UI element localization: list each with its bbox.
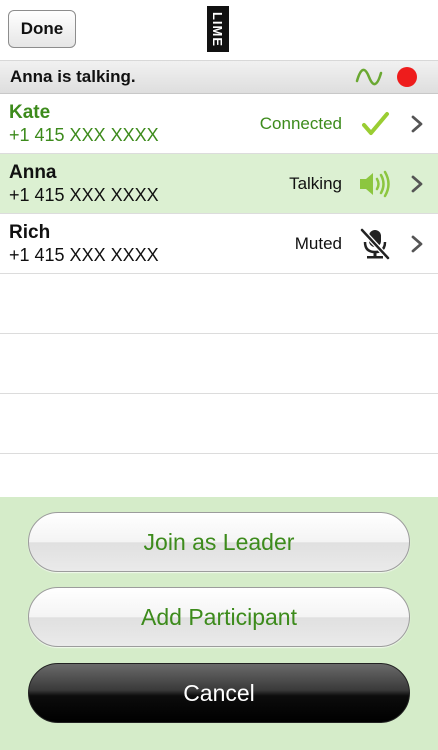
participant-row-rich[interactable]: Rich +1 415 XXX XXXX Muted xyxy=(0,214,438,274)
status-text: Anna is talking. xyxy=(10,67,136,86)
logo-text: LIME xyxy=(210,11,226,47)
participant-list: Kate +1 415 XXX XXXX Connected Anna +1 4… xyxy=(0,94,438,514)
empty-row xyxy=(0,334,438,394)
checkmark-icon xyxy=(362,112,389,135)
participant-state: Connected xyxy=(259,114,342,133)
action-panel: Join as Leader Add Participant Cancel xyxy=(0,497,438,750)
participant-phone: +1 415 XXX XXXX xyxy=(9,185,159,205)
add-participant-button[interactable]: Add Participant xyxy=(28,587,410,647)
participant-state: Muted xyxy=(294,234,342,253)
record-indicator-icon xyxy=(397,67,417,87)
participant-phone: +1 415 XXX XXXX xyxy=(9,245,159,265)
participant-row-anna[interactable]: Anna +1 415 XXX XXXX Talking xyxy=(0,154,438,214)
chevron-right-icon[interactable] xyxy=(410,175,424,193)
audio-wave-icon xyxy=(355,68,383,86)
done-button[interactable]: Done xyxy=(8,10,76,48)
top-bar: Done LIME xyxy=(0,0,438,61)
cancel-button[interactable]: Cancel xyxy=(28,663,410,723)
speaker-icon xyxy=(360,170,390,198)
chevron-right-icon[interactable] xyxy=(410,115,424,133)
join-as-leader-button[interactable]: Join as Leader xyxy=(28,512,410,572)
empty-row xyxy=(0,394,438,454)
participant-name: Kate xyxy=(9,102,51,123)
participant-row-kate[interactable]: Kate +1 415 XXX XXXX Connected xyxy=(0,94,438,154)
participant-phone: +1 415 XXX XXXX xyxy=(9,125,159,145)
lime-logo: LIME xyxy=(207,6,229,52)
empty-row xyxy=(0,274,438,334)
muted-mic-icon xyxy=(360,228,390,260)
status-bar: Anna is talking. xyxy=(0,61,438,94)
participant-name: Anna xyxy=(9,162,57,183)
participant-state: Talking xyxy=(289,174,342,193)
participant-name: Rich xyxy=(9,222,51,243)
chevron-right-icon[interactable] xyxy=(410,235,424,253)
